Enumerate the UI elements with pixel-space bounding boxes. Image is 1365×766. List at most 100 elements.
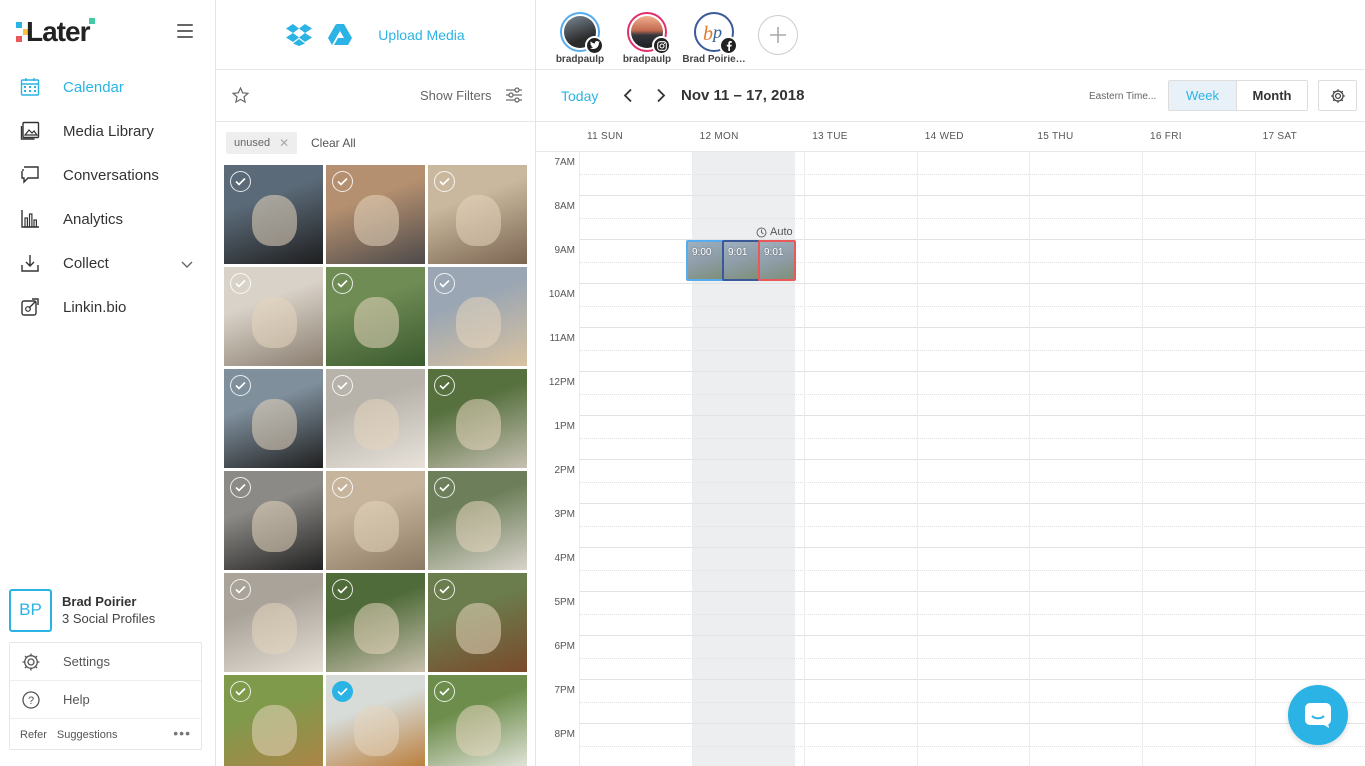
hour-line (579, 371, 1365, 372)
post-time: 9:01 (764, 247, 784, 258)
media-thumbnail[interactable] (224, 471, 323, 570)
suggestions-link[interactable]: Suggestions (57, 729, 118, 741)
day-column-divider (1142, 152, 1143, 766)
menu-toggle-icon[interactable] (177, 24, 193, 38)
checkmark-icon[interactable] (434, 681, 455, 702)
checkmark-icon[interactable] (434, 273, 455, 294)
hour-label: 6PM (554, 641, 575, 652)
thumbnail-subject (455, 704, 502, 757)
media-thumbnail[interactable] (326, 369, 425, 468)
clock-icon (756, 227, 767, 237)
checkmark-icon[interactable] (332, 375, 353, 396)
checkmark-icon[interactable] (332, 273, 353, 294)
media-thumbnail[interactable] (428, 471, 527, 570)
checkmark-icon[interactable] (434, 375, 455, 396)
profile-twitter[interactable]: bradpaulp (545, 12, 615, 65)
checkmark-icon[interactable] (332, 171, 353, 192)
profile-subtitle: 3 Social Profiles (62, 611, 156, 626)
media-thumbnail[interactable] (428, 573, 527, 672)
media-thumbnail[interactable] (224, 369, 323, 468)
nav-item-collect[interactable]: Collect (0, 241, 215, 285)
dropbox-icon[interactable] (286, 23, 313, 46)
media-thumbnail[interactable] (326, 675, 425, 766)
day-column-divider (1029, 152, 1031, 766)
filter-tag-label: unused (234, 137, 271, 149)
thumbnail-subject (353, 704, 400, 757)
checkmark-icon[interactable] (332, 477, 353, 498)
checkmark-icon[interactable] (230, 477, 251, 498)
show-filters-button[interactable]: Show Filters (420, 88, 492, 103)
half-hour-line (579, 570, 1365, 571)
media-thumbnail[interactable] (326, 471, 425, 570)
scheduled-post[interactable]: 9:01 (758, 240, 796, 281)
media-thumbnail[interactable] (224, 165, 323, 264)
calendar-settings-button[interactable] (1318, 80, 1357, 111)
nav-item-linkin-bio[interactable]: Linkin.bio (0, 285, 215, 329)
more-options-icon[interactable]: ••• (173, 725, 191, 741)
media-thumbnail[interactable] (326, 267, 425, 366)
chat-support-button[interactable] (1288, 685, 1348, 745)
add-profile-button[interactable] (758, 15, 798, 55)
settings-link[interactable]: Settings (10, 643, 201, 681)
media-thumbnail[interactable] (224, 573, 323, 672)
later-logo[interactable]: Later (14, 16, 95, 48)
chevron-down-icon[interactable] (181, 256, 193, 273)
nav-item-calendar[interactable]: Calendar (0, 65, 215, 109)
google-drive-icon[interactable] (328, 23, 353, 46)
checkmark-icon[interactable] (434, 477, 455, 498)
clear-all-button[interactable]: Clear All (311, 136, 356, 150)
checkmark-icon[interactable] (332, 579, 353, 600)
close-icon[interactable]: ✕ (279, 136, 289, 150)
media-thumbnail[interactable] (428, 369, 527, 468)
media-thumbnail[interactable] (224, 675, 323, 766)
view-week-button[interactable]: Week (1169, 81, 1236, 110)
media-thumbnail[interactable] (428, 675, 527, 766)
nav-item-analytics[interactable]: Analytics (0, 197, 215, 241)
filter-sliders-icon[interactable] (506, 87, 522, 108)
media-thumbnail[interactable] (428, 267, 527, 366)
filter-tag[interactable]: unused ✕ (226, 132, 298, 154)
nav-item-conversations[interactable]: Conversations (0, 153, 215, 197)
hour-label: 7PM (554, 685, 575, 696)
checkmark-icon[interactable] (230, 681, 251, 702)
checkmark-icon[interactable] (434, 579, 455, 600)
half-hour-line (579, 614, 1365, 615)
checkmark-icon[interactable] (434, 171, 455, 192)
checkmark-icon[interactable] (332, 681, 353, 702)
profile-facebook[interactable]: bp Brad Poirie… (679, 12, 749, 65)
refer-link[interactable]: Refer (20, 729, 47, 741)
media-thumbnail[interactable] (326, 165, 425, 264)
checkmark-icon[interactable] (230, 579, 251, 600)
avatar (560, 12, 604, 55)
thumbnail-subject (455, 296, 502, 349)
media-thumbnail[interactable] (224, 267, 323, 366)
nav-item-media-library[interactable]: Media Library (0, 109, 215, 153)
thumbnail-subject (455, 500, 502, 553)
hour-label: 1PM (554, 421, 575, 432)
scheduled-post[interactable]: 9:01 (722, 240, 760, 281)
hour-line (579, 459, 1365, 460)
view-month-button[interactable]: Month (1236, 81, 1307, 110)
date-range: Nov 11 – 17, 2018 (681, 87, 805, 104)
media-thumbnail[interactable] (428, 165, 527, 264)
half-hour-line (579, 350, 1365, 351)
logo-square-red (16, 36, 22, 42)
scheduled-post[interactable]: 9:00 (686, 240, 724, 281)
star-icon[interactable] (231, 86, 250, 109)
timezone-selector[interactable]: Eastern Time... (1089, 91, 1156, 102)
media-thumbnail[interactable] (326, 573, 425, 672)
upload-media-button[interactable]: Upload Media (378, 27, 464, 43)
profile-card[interactable]: BP Brad Poirier 3 Social Profiles (9, 588, 204, 632)
half-hour-line (579, 482, 1365, 483)
checkmark-icon[interactable] (230, 375, 251, 396)
chevron-right-icon[interactable] (656, 88, 666, 108)
chevron-left-icon[interactable] (623, 88, 633, 108)
checkmark-icon[interactable] (230, 273, 251, 294)
help-link[interactable]: ? Help (10, 681, 201, 719)
today-button[interactable]: Today (561, 88, 598, 104)
checkmark-icon[interactable] (230, 171, 251, 192)
thumbnail-subject (251, 500, 298, 553)
filter-bar: Show Filters (216, 70, 535, 122)
profile-name: bradpaulp (555, 54, 605, 65)
profile-instagram[interactable]: bradpaulp (612, 12, 682, 65)
